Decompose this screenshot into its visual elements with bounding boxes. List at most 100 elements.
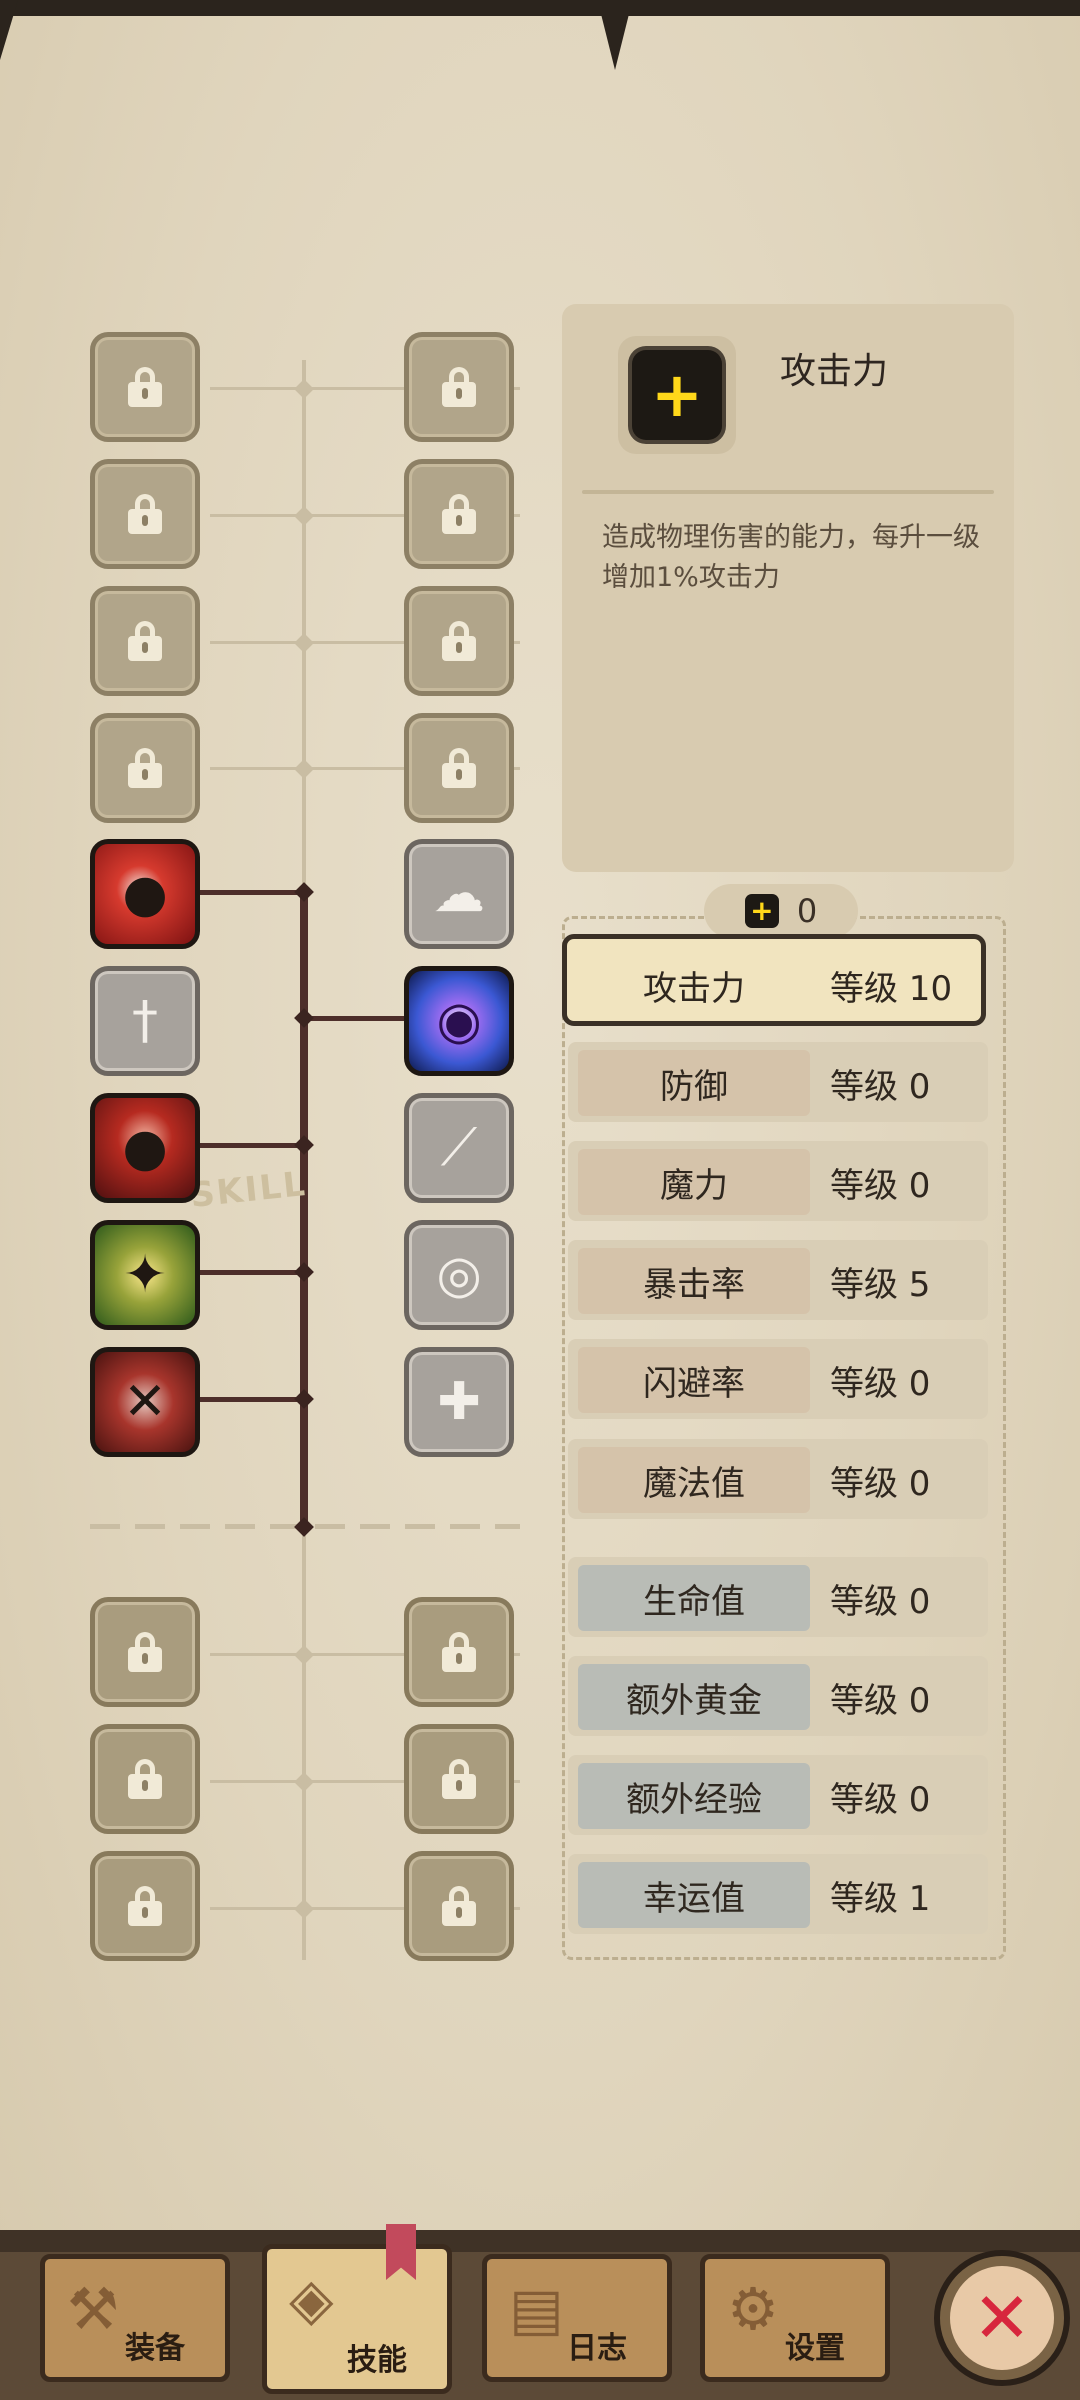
skill-slot-locked[interactable] (404, 1597, 514, 1707)
skill-slot-locked[interactable] (90, 586, 200, 696)
skill-slot-eye[interactable]: ◉ (404, 966, 514, 1076)
skill-slot-dagger[interactable]: † (90, 966, 200, 1076)
stat-row-bonus-gold[interactable]: 额外黄金 等级 0 (568, 1656, 988, 1736)
scroll-icon: ▤ (509, 2275, 564, 2343)
plus-icon: + (632, 350, 722, 440)
tab-label: 日志 (567, 2331, 627, 2366)
stat-level: 等级 0 (830, 1581, 931, 1622)
stat-name: 额外经验 (578, 1763, 810, 1829)
skill-slot-blades[interactable]: ✕ (90, 1347, 200, 1457)
skill-info-panel: + 攻击力 造成物理伤害的能力，每升一级增加1%攻击力 (562, 304, 1014, 872)
gear-icon: ⚙ (727, 2275, 779, 2343)
tab-log[interactable]: ▤ 日志 (482, 2254, 672, 2382)
stat-row-defense[interactable]: 防御 等级 0 (568, 1042, 988, 1122)
tab-label: 技能 (347, 2343, 407, 2378)
stat-row-bonus-exp[interactable]: 额外经验 等级 0 (568, 1755, 988, 1835)
stat-level: 等级 10 (830, 968, 953, 1009)
stat-row-mana[interactable]: 魔法值 等级 0 (568, 1439, 988, 1519)
stat-row-dodge[interactable]: 闪避率 等级 0 (568, 1339, 988, 1419)
stat-name: 防御 (578, 1050, 810, 1116)
tab-label: 装备 (125, 2331, 185, 2366)
stat-row-luck[interactable]: 幸运值 等级 1 (568, 1854, 988, 1934)
stat-level: 等级 1 (830, 1878, 931, 1919)
stat-row-magic[interactable]: 魔力 等级 0 (568, 1141, 988, 1221)
plus-icon: + (744, 894, 779, 928)
stat-name: 幸运值 (578, 1862, 810, 1928)
lock-icon (128, 1759, 162, 1799)
lock-icon (442, 748, 476, 788)
tab-settings[interactable]: ⚙ 设置 (700, 2254, 890, 2382)
skill-slot-locked[interactable] (404, 586, 514, 696)
stat-name: 额外黄金 (578, 1664, 810, 1730)
skill-slot-heal[interactable]: ✚ (404, 1347, 514, 1457)
lock-icon (128, 621, 162, 661)
skill-slot-ring[interactable]: ◎ (404, 1220, 514, 1330)
skill-slot-nature[interactable]: ✦ (90, 1220, 200, 1330)
lock-icon (442, 1886, 476, 1926)
selected-skill-icon: + (618, 336, 736, 454)
skill-icon: ◈ (289, 2265, 334, 2333)
stat-row-attack[interactable]: 攻击力 等级 10 (562, 934, 988, 1026)
healing-figure-icon: ✚ (437, 1372, 481, 1432)
top-frame (0, 0, 1080, 16)
stat-level: 等级 0 (830, 1779, 931, 1820)
skill-slot-locked[interactable] (90, 1724, 200, 1834)
skill-description: 造成物理伤害的能力，每升一级增加1%攻击力 (602, 522, 980, 593)
skill-slot-red-strike[interactable]: ● (90, 839, 200, 949)
stat-name: 魔法值 (578, 1447, 810, 1513)
tab-label: 设置 (785, 2331, 845, 2366)
skill-slot-locked[interactable] (90, 1597, 200, 1707)
lock-icon (128, 1632, 162, 1672)
skill-slot-locked[interactable] (404, 332, 514, 442)
crossed-swords-icon: ✕ (123, 1372, 167, 1432)
tab-equipment[interactable]: ⚒ 装备 (40, 2254, 230, 2382)
skill-slot-smoke[interactable]: ☁ (404, 839, 514, 949)
close-icon: ✕ (972, 2277, 1032, 2359)
stat-level: 等级 5 (830, 1264, 931, 1305)
angry-figure-icon: ● (122, 1118, 168, 1178)
stat-name: 闪避率 (578, 1347, 810, 1413)
skill-tree-label: SKILL (188, 1164, 309, 1216)
skill-slot-locked[interactable] (404, 713, 514, 823)
skill-points-badge: + 0 (704, 884, 858, 938)
skill-slot-locked[interactable] (404, 459, 514, 569)
skill-slot-locked[interactable] (90, 332, 200, 442)
stat-name: 攻击力 (643, 968, 745, 1009)
stat-level: 等级 0 (830, 1363, 931, 1404)
skill-slot-locked[interactable] (90, 1851, 200, 1961)
skill-points-value: 0 (796, 892, 818, 930)
stick-figure-icon: ● (122, 864, 168, 924)
lock-icon (442, 1632, 476, 1672)
smoke-figure-icon: ☁ (433, 864, 485, 924)
tab-skills[interactable]: ◈ 技能 (262, 2244, 452, 2394)
lock-icon (442, 1759, 476, 1799)
skill-slot-rage[interactable]: ● (90, 1093, 200, 1203)
ring-burst-icon: ◎ (436, 1245, 482, 1305)
stat-row-hp[interactable]: 生命值 等级 0 (568, 1557, 988, 1637)
divider (582, 490, 994, 494)
axe-icon: ⚒ (67, 2275, 119, 2343)
lock-icon (128, 494, 162, 534)
lock-icon (442, 367, 476, 407)
lock-icon (442, 621, 476, 661)
eye-icon: ◉ (436, 991, 482, 1051)
stat-level: 等级 0 (830, 1066, 931, 1107)
close-button[interactable]: ✕ (934, 2250, 1070, 2386)
skill-slot-slash[interactable]: ⟋ (404, 1093, 514, 1203)
skill-slot-locked[interactable] (90, 713, 200, 823)
skill-title: 攻击力 (780, 351, 889, 392)
lock-icon (128, 367, 162, 407)
stat-name: 暴击率 (578, 1248, 810, 1314)
stat-level: 等级 0 (830, 1165, 931, 1206)
slash-icon: ⟋ (440, 1118, 478, 1178)
stat-row-crit[interactable]: 暴击率 等级 5 (568, 1240, 988, 1320)
skill-slot-locked[interactable] (404, 1724, 514, 1834)
stat-level: 等级 0 (830, 1680, 931, 1721)
stat-name: 魔力 (578, 1149, 810, 1215)
lock-icon (442, 494, 476, 534)
skill-slot-locked[interactable] (404, 1851, 514, 1961)
skill-slot-locked[interactable] (90, 459, 200, 569)
lock-icon (128, 748, 162, 788)
tree-creature-icon: ✦ (123, 1245, 167, 1305)
stat-level: 等级 0 (830, 1463, 931, 1504)
